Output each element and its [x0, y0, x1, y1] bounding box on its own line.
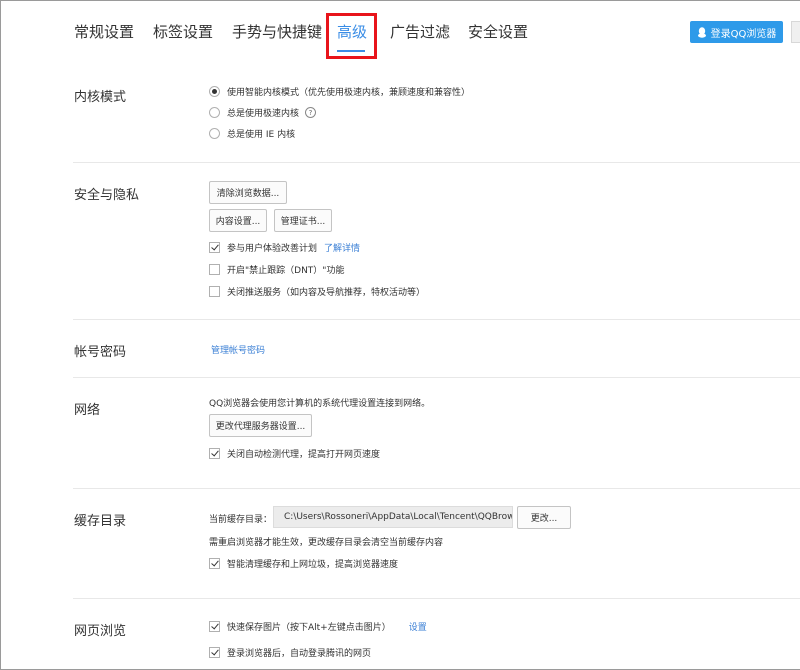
- checkbox[interactable]: [209, 286, 220, 297]
- checkbox[interactable]: [209, 264, 220, 275]
- tab-ad-filter[interactable]: 广告过滤: [390, 21, 450, 42]
- section-title-account: 帐号密码: [74, 345, 127, 360]
- learn-more-link[interactable]: 了解详情: [324, 241, 360, 254]
- check-ux-program[interactable]: 参与用户体验改善计划 了解详情: [209, 241, 360, 254]
- qq-penguin-icon: [697, 26, 706, 38]
- checkbox[interactable]: [209, 448, 220, 459]
- check-quick-save-image[interactable]: 快速保存图片（按下Alt+左键点击图片） 设置: [209, 620, 427, 633]
- radio-button[interactable]: [209, 86, 220, 97]
- settings-window: 常规设置 标签设置 手势与快捷键 高级 广告过滤 安全设置 登录QQ浏览器 内核…: [0, 0, 800, 670]
- checkbox-label: 关闭自动检测代理，提高打开网页速度: [227, 450, 381, 460]
- login-button-label: 登录QQ浏览器: [710, 28, 777, 40]
- manage-passwords-link[interactable]: 管理帐号密码: [211, 343, 265, 356]
- network-description: QQ浏览器会使用您计算机的系统代理设置连接到网络。: [209, 399, 431, 409]
- login-qq-browser-button[interactable]: 登录QQ浏览器: [690, 21, 783, 43]
- section-divider: [73, 319, 800, 320]
- section-title-cache: 缓存目录: [74, 514, 127, 529]
- radio-button[interactable]: [209, 107, 220, 118]
- radio-ie-kernel[interactable]: 总是使用 IE 内核: [209, 127, 295, 140]
- check-smart-clean[interactable]: 智能清理缓存和上网垃圾，提高浏览器速度: [209, 557, 398, 570]
- section-title-browsing: 网页浏览: [74, 624, 127, 639]
- checkbox-label: 开启"禁止跟踪（DNT）"功能: [227, 266, 345, 276]
- radio-label: 使用智能内核模式（优先使用极速内核，兼顾速度和兼容性）: [227, 88, 471, 98]
- cache-path-field[interactable]: C:\Users\Rossoneri\AppData\Local\Tencent…: [273, 506, 513, 528]
- check-disable-push[interactable]: 关闭推送服务（如内容及导航推荐，特权活动等）: [209, 285, 425, 298]
- content-settings-button[interactable]: 内容设置...: [209, 209, 267, 232]
- radio-label: 总是使用极速内核: [227, 109, 300, 119]
- highlight-annotation-box: [326, 13, 377, 59]
- checkbox[interactable]: [209, 621, 220, 632]
- radio-label: 总是使用 IE 内核: [227, 130, 296, 140]
- clear-browsing-data-button[interactable]: 清除浏览数据...: [209, 181, 287, 204]
- section-divider: [73, 598, 800, 599]
- radio-speed-kernel[interactable]: 总是使用极速内核 ?: [209, 106, 317, 119]
- section-title-network: 网络: [74, 403, 101, 418]
- check-auto-login-tencent[interactable]: 登录浏览器后，自动登录腾讯的网页: [209, 646, 371, 659]
- checkbox-label: 参与用户体验改善计划: [227, 244, 318, 254]
- checkbox-label: 智能清理缓存和上网垃圾，提高浏览器速度: [227, 560, 399, 570]
- change-cache-button[interactable]: 更改...: [517, 506, 571, 529]
- quick-save-settings-link[interactable]: 设置: [409, 620, 427, 633]
- tab-gestures-shortcuts[interactable]: 手势与快捷键: [232, 21, 322, 42]
- tab-security[interactable]: 安全设置: [468, 21, 528, 42]
- checkbox-label: 关闭推送服务（如内容及导航推荐，特权活动等）: [227, 288, 426, 298]
- check-disable-proxy-detect[interactable]: 关闭自动检测代理，提高打开网页速度: [209, 447, 380, 460]
- check-dnt[interactable]: 开启"禁止跟踪（DNT）"功能: [209, 263, 344, 276]
- tab-tabs[interactable]: 标签设置: [153, 21, 213, 42]
- checkbox-label: 快速保存图片（按下Alt+左键点击图片）: [227, 623, 391, 633]
- checkbox-label: 登录浏览器后，自动登录腾讯的网页: [227, 649, 372, 659]
- section-title-kernel: 内核模式: [74, 90, 127, 105]
- checkbox[interactable]: [209, 242, 220, 253]
- checkbox[interactable]: [209, 558, 220, 569]
- section-divider: [73, 488, 800, 489]
- tab-general[interactable]: 常规设置: [74, 21, 134, 42]
- window-edge-button[interactable]: [791, 21, 800, 43]
- settings-tab-bar: 常规设置 标签设置 手势与快捷键 高级 广告过滤 安全设置 登录QQ浏览器: [1, 1, 800, 61]
- section-title-security: 安全与隐私: [74, 188, 140, 203]
- checkbox[interactable]: [209, 647, 220, 658]
- help-icon[interactable]: ?: [305, 107, 317, 118]
- cache-note: 需重启浏览器才能生效，更改缓存目录会清空当前缓存内容: [209, 538, 444, 548]
- section-divider: [73, 162, 800, 163]
- radio-button[interactable]: [209, 128, 220, 139]
- section-divider: [73, 377, 800, 378]
- current-cache-label: 当前缓存目录：: [209, 515, 273, 525]
- radio-smart-kernel[interactable]: 使用智能内核模式（优先使用极速内核，兼顾速度和兼容性）: [209, 85, 470, 98]
- change-proxy-button[interactable]: 更改代理服务器设置...: [209, 414, 312, 437]
- manage-certificates-button[interactable]: 管理证书...: [274, 209, 332, 232]
